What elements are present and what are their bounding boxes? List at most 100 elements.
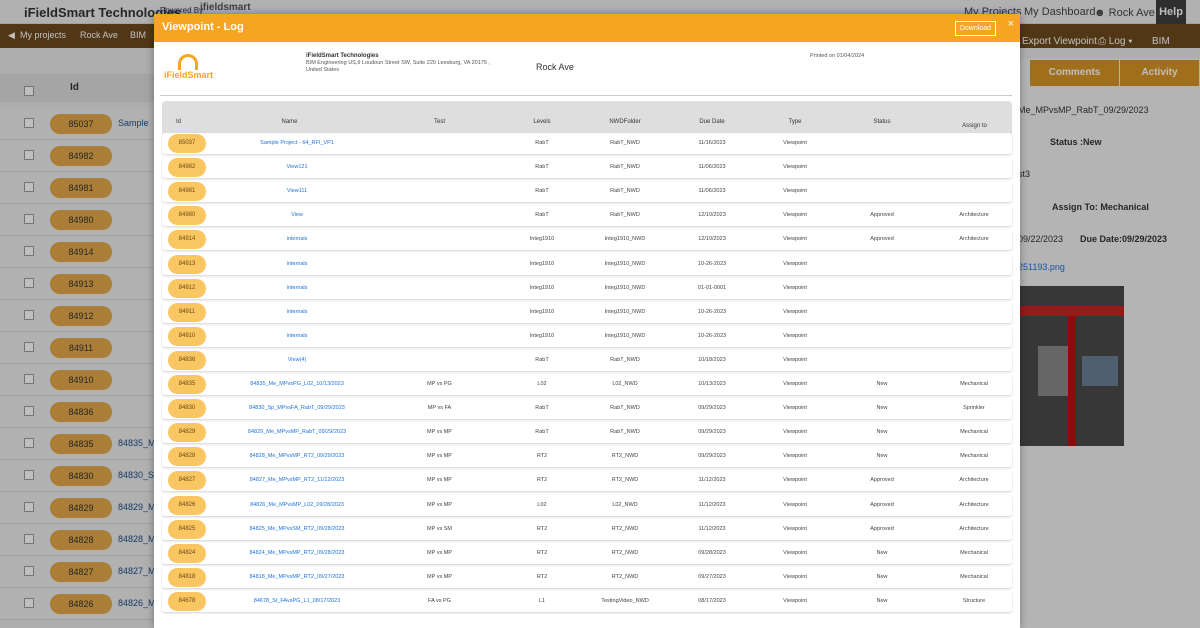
cell-name[interactable]: 84824_Me_MPvsMP_RT2_09/28/2023 <box>222 550 372 556</box>
id-badge[interactable]: 84982 <box>168 158 206 178</box>
cell-name[interactable]: 84678_St_FAvsPG_L1_08/17/2023 <box>222 598 372 604</box>
cell-name[interactable]: View121 <box>222 164 372 170</box>
cell-name[interactable]: View(4) <box>222 357 372 363</box>
cell-nwdfolder: TestingVideo_NWD <box>601 597 649 604</box>
id-badge[interactable]: 84827 <box>168 471 206 491</box>
cell-nwdfolder: RabT_NWD <box>610 212 640 219</box>
download-button[interactable]: Download <box>954 21 996 36</box>
cell-levels: RT2 <box>536 573 548 580</box>
cell-name[interactable]: View111 <box>222 188 372 194</box>
cell-levels: RabT <box>535 429 549 436</box>
cell-type: Viewpoint <box>783 332 807 339</box>
id-badge[interactable]: 85037 <box>168 134 206 153</box>
id-badge[interactable]: 84818 <box>168 567 206 587</box>
id-badge[interactable]: 84914 <box>168 230 206 250</box>
cell-test: MP vs MP <box>427 573 452 580</box>
cell-nwdfolder: RabT_NWD <box>610 429 640 436</box>
cell-type: Viewpoint <box>783 429 807 436</box>
table-row[interactable]: 84982 View121 RabT RabT_NWD 11/06/2023 Viewpo… <box>162 157 1012 179</box>
cell-name[interactable]: 84830_Sp_MPvsFA_RabT_09/29/2023 <box>222 405 372 411</box>
cell-nwdfolder: Integ1910_NWD <box>604 284 646 291</box>
cell-type: Viewpoint <box>783 236 807 243</box>
id-badge[interactable]: 84826 <box>168 495 206 515</box>
cell-type: Viewpoint <box>783 381 807 387</box>
table-row[interactable]: 84827 84827_Me_MPvsMP_RT2_11/12/2023 MP vs… <box>162 470 1012 492</box>
cell-test: MP vs PG <box>427 381 452 387</box>
id-badge[interactable]: 84830 <box>168 399 206 419</box>
table-row[interactable]: 84830 84830_Sp_MPvsFA_RabT_09/29/2023 MP v… <box>162 398 1012 420</box>
table-row[interactable]: 84818 84818_Me_MPvsMP_RT2_09/27/2023 MP vs… <box>162 566 1012 588</box>
cell-name[interactable]: Sample Project - 64_RFI_VP1 <box>222 140 372 146</box>
table-row[interactable]: 84678 84678_St_FAvsPG_L1_08/17/2023 FA vs … <box>162 590 1012 612</box>
cell-type: Viewpoint <box>783 164 807 171</box>
table-row[interactable]: 84828 84828_Me_MPvsMP_RT2_09/29/2023 MP vs… <box>162 446 1012 468</box>
id-badge[interactable]: 84835 <box>168 375 206 394</box>
table-row[interactable]: 84981 View111 RabT RabT_NWD 11/06/2023 Viewpo… <box>162 181 1012 203</box>
cell-levels: Integ1910 <box>529 260 555 267</box>
cell-test: MP vs MP <box>427 549 452 556</box>
cell-name[interactable]: 84818_Me_MPvsMP_RT2_09/27/2023 <box>222 574 372 580</box>
id-badge[interactable]: 84824 <box>168 543 206 563</box>
cell-name[interactable]: 84825_Me_MPvsSM_RT2_09/28/2023 <box>222 526 372 532</box>
cell-levels: RabT <box>535 356 549 363</box>
cell-due-date: 09/27/2023 <box>698 573 726 580</box>
cell-nwdfolder: Integ1910_NWD <box>604 236 646 243</box>
cell-nwdfolder: RabT_NWD <box>610 164 640 171</box>
cell-type: Viewpoint <box>783 597 807 604</box>
cell-name[interactable]: 84828_Me_MPvsMP_RT2_09/29/2023 <box>222 453 372 459</box>
cell-name[interactable]: 84827_Me_MPvsMP_RT2_11/12/2023 <box>222 477 372 483</box>
id-badge[interactable]: 84825 <box>168 519 206 539</box>
table-row[interactable]: 84826 84826_Me_MPvsMP_L02_09/28/2023 MP vs… <box>162 494 1012 516</box>
header-divider <box>160 95 1012 96</box>
table-row[interactable]: 84824 84824_Me_MPvsMP_RT2_09/28/2023 MP vs… <box>162 542 1012 564</box>
cell-name[interactable]: 84835_Me_MPvsPG_L02_10/13/2023 <box>222 381 372 387</box>
cell-levels: Integ1910 <box>529 332 555 339</box>
cell-due-date: 11/12/2023 <box>698 525 726 532</box>
cell-type: Viewpoint <box>783 212 807 219</box>
table-row[interactable]: 84912 internals Integ1910 Integ1910_NWD 01-0… <box>162 277 1012 299</box>
id-badge[interactable]: 84828 <box>168 447 206 467</box>
cell-status: New <box>876 405 888 412</box>
table-row[interactable]: 84836 View(4) RabT RabT_NWD 10/18/2023 Viewpo… <box>162 349 1012 371</box>
cell-due-date: 11/12/2023 <box>698 477 726 484</box>
cell-due-date: 12/10/2023 <box>698 212 726 219</box>
id-badge[interactable]: 84980 <box>168 206 206 226</box>
cell-levels: RabT <box>535 212 549 219</box>
cell-type: Viewpoint <box>783 453 807 460</box>
id-badge[interactable]: 84981 <box>168 182 206 202</box>
table-row[interactable]: 84825 84825_Me_MPvsSM_RT2_09/28/2023 MP vs… <box>162 518 1012 540</box>
table-row[interactable]: 84914 internals Integ1910 Integ1910_NWD 12/1… <box>162 229 1012 251</box>
table-row[interactable]: 84913 internals Integ1910 Integ1910_NWD 10-2… <box>162 253 1012 275</box>
id-badge[interactable]: 84911 <box>168 302 206 322</box>
close-icon[interactable]: × <box>1008 18 1014 30</box>
cell-assign-to: Mechanical <box>960 573 988 580</box>
table-row[interactable]: 84829 84829_Me_MPvsMP_RabT_09/29/2023 MP v… <box>162 422 1012 444</box>
cell-name[interactable]: 84829_Me_MPvsMP_RabT_09/29/2023 <box>222 429 372 435</box>
company-name: iFieldSmart Technologies <box>306 53 379 59</box>
id-badge[interactable]: 84829 <box>168 423 206 443</box>
id-badge[interactable]: 84910 <box>168 326 206 346</box>
table-row[interactable]: 84911 internals Integ1910 Integ1910_NWD 10-2… <box>162 301 1012 323</box>
id-badge[interactable]: 84836 <box>168 350 206 370</box>
cell-test: MP vs MP <box>427 429 452 436</box>
cell-name[interactable]: internals <box>222 309 372 315</box>
id-badge[interactable]: 84913 <box>168 254 206 274</box>
cell-name[interactable]: internals <box>222 285 372 291</box>
table-row[interactable]: 84980 View RabT RabT_NWD 12/10/2023 Viewpoint… <box>162 205 1012 227</box>
cell-nwdfolder: RabT_NWD <box>610 405 640 412</box>
table-row[interactable]: 84910 internals Integ1910 Integ1910_NWD 10-2… <box>162 325 1012 347</box>
cell-assign-to: Mechanical <box>960 549 988 556</box>
id-badge[interactable]: 84678 <box>168 591 206 611</box>
cell-type: Viewpoint <box>783 477 807 484</box>
cell-name[interactable]: internals <box>222 333 372 339</box>
cell-name[interactable]: internals <box>222 261 372 267</box>
cell-name[interactable]: 84826_Me_MPvsMP_L02_09/28/2023 <box>222 502 372 508</box>
cell-due-date: 09/29/2023 <box>698 429 726 436</box>
cell-test: FA vs PG <box>428 597 451 604</box>
cell-name[interactable]: internals <box>222 236 372 242</box>
cell-name[interactable]: View <box>222 212 372 218</box>
cell-test: MP vs MP <box>427 501 452 508</box>
table-row[interactable]: 84835 84835_Me_MPvsPG_L02_10/13/2023 MP vs… <box>162 374 1012 395</box>
table-row[interactable]: 85037 Sample Project - 64_RFI_VP1 RabT RabT… <box>162 133 1012 154</box>
id-badge[interactable]: 84912 <box>168 278 206 298</box>
